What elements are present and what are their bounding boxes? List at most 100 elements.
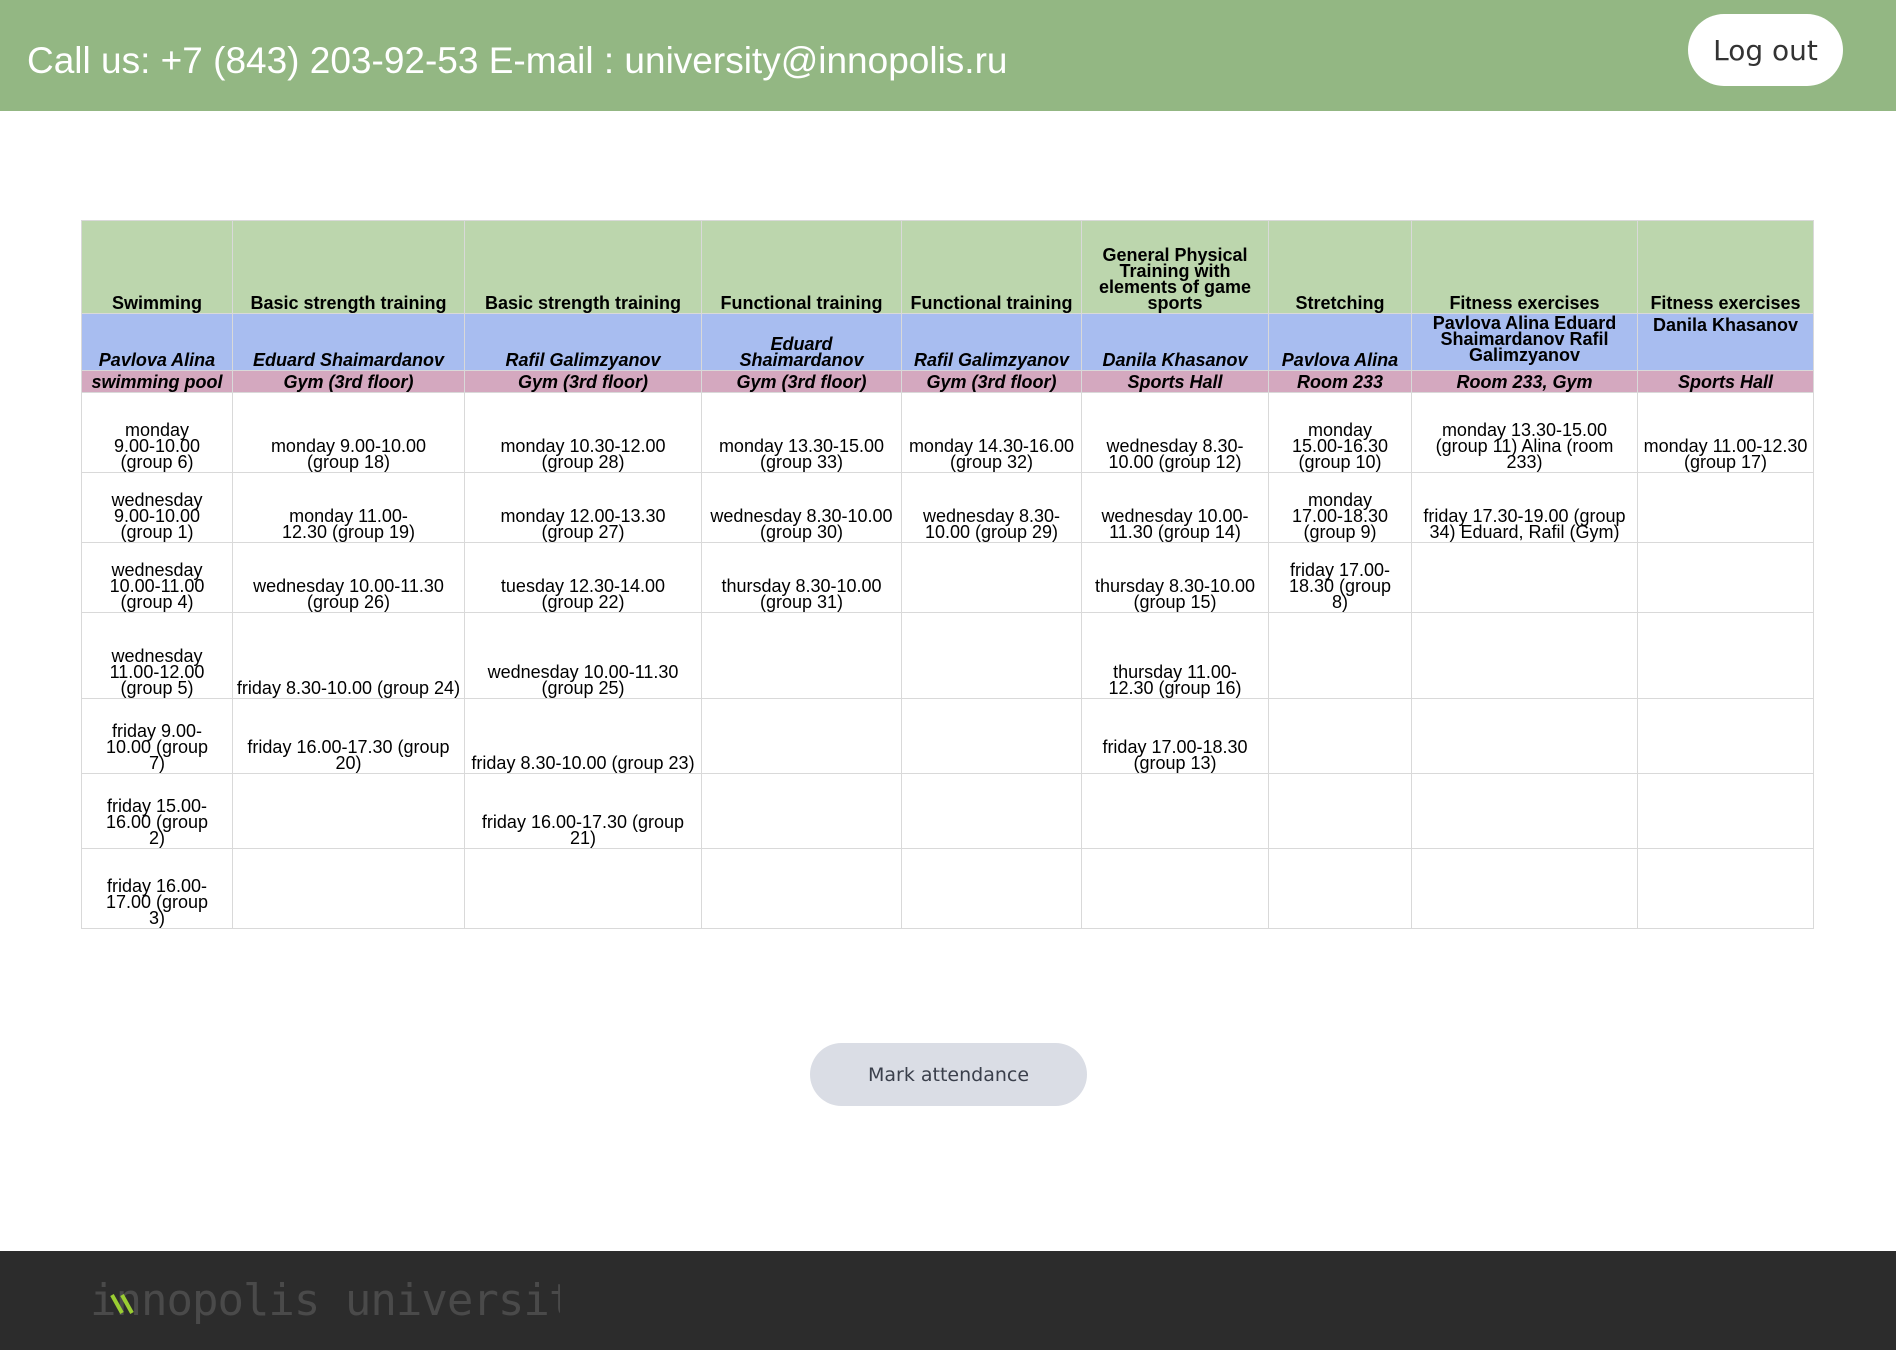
schedule-cell: monday 11.00-12.30 (group 19)	[232, 472, 465, 543]
column-title: Basic strength training	[232, 220, 465, 314]
schedule-cell	[1637, 698, 1814, 774]
column-title: Fitness exercises	[1411, 220, 1638, 314]
schedule-cell: monday 10.30-12.00 (group 28)	[464, 392, 702, 473]
schedule-cell	[464, 848, 702, 929]
schedule-cell: friday 8.30-10.00 (group 23)	[464, 698, 702, 774]
top-bar: Call us: +7 (843) 203-92-53 E-mail : uni…	[0, 0, 1896, 111]
schedule-cell: thursday 8.30-10.00 (group 15)	[1081, 542, 1269, 613]
column-title: Fitness exercises	[1637, 220, 1814, 314]
column-room: Room 233	[1268, 370, 1412, 393]
table-row: wednesday 10.00-11.00 (group 4) wednesda…	[81, 542, 1814, 613]
schedule-cell: wednesday 9.00-10.00 (group 1)	[81, 472, 233, 543]
table-row: friday 15.00-16.00 (group 2) friday 16.0…	[81, 773, 1814, 849]
schedule-cell	[1081, 848, 1269, 929]
schedule-cell: friday 16.00-17.00 (group 3)	[81, 848, 233, 929]
schedule-cell	[1268, 848, 1412, 929]
schedule-cell: friday 15.00-16.00 (group 2)	[81, 773, 233, 849]
schedule-cell	[1637, 773, 1814, 849]
innopolis-university-logo: innopolis university	[90, 1275, 560, 1326]
column-coach: Danila Khasanov	[1081, 313, 1269, 371]
schedule-cell: friday 17.00-18.30 (group 13)	[1081, 698, 1269, 774]
schedule-cell: monday 12.00-13.30 (group 27)	[464, 472, 702, 543]
schedule-cell	[701, 612, 902, 699]
column-title: Functional training	[701, 220, 902, 314]
schedule-cell: monday 15.00-16.30 (group 10)	[1268, 392, 1412, 473]
schedule-cell	[901, 773, 1082, 849]
schedule-cell	[701, 773, 902, 849]
column-coach: Pavlova Alina Eduard Shaimardanov Rafil …	[1411, 313, 1638, 371]
logout-button[interactable]: Log out	[1688, 14, 1843, 86]
schedule-cell	[1637, 848, 1814, 929]
schedule-cell: monday 11.00-12.30 (group 17)	[1637, 392, 1814, 473]
column-title: Stretching	[1268, 220, 1412, 314]
schedule-cell: wednesday 11.00-12.00 (group 5)	[81, 612, 233, 699]
column-coach: Rafil Galimzyanov	[901, 313, 1082, 371]
column-room: Gym (3rd floor)	[232, 370, 465, 393]
table-row: monday 9.00-10.00 (group 6) monday 9.00-…	[81, 392, 1814, 473]
schedule-cell	[232, 773, 465, 849]
schedule-cell: thursday 11.00-12.30 (group 16)	[1081, 612, 1269, 699]
column-room: Sports Hall	[1081, 370, 1269, 393]
schedule-cell: friday 17.30-19.00 (group 34) Eduard, Ra…	[1411, 472, 1638, 543]
schedule-cell	[1268, 773, 1412, 849]
svg-text:innopolis university: innopolis university	[90, 1275, 560, 1326]
schedule-cell	[232, 848, 465, 929]
column-coach: Pavlova Alina	[1268, 313, 1412, 371]
schedule-cell: wednesday 8.30-10.00 (group 12)	[1081, 392, 1269, 473]
schedule-cell: thursday 8.30-10.00 (group 31)	[701, 542, 902, 613]
column-title: Swimming	[81, 220, 233, 314]
schedule-cell: wednesday 10.00-11.30 (group 14)	[1081, 472, 1269, 543]
column-coach: Danila Khasanov	[1637, 313, 1814, 371]
schedule-cell: friday 16.00-17.30 (group 21)	[464, 773, 702, 849]
schedule-cell	[1411, 773, 1638, 849]
schedule-cell: monday 14.30-16.00 (group 32)	[901, 392, 1082, 473]
schedule-cell	[1637, 472, 1814, 543]
schedule-cell: wednesday 8.30-10.00 (group 30)	[701, 472, 902, 543]
table-row: friday 16.00-17.00 (group 3)	[81, 848, 1814, 929]
table-row: wednesday 11.00-12.00 (group 5) friday 8…	[81, 612, 1814, 699]
column-title: Basic strength training	[464, 220, 702, 314]
column-room: swimming pool	[81, 370, 233, 393]
schedule-cell	[901, 698, 1082, 774]
table-row: friday 9.00-10.00 (group 7) friday 16.00…	[81, 698, 1814, 774]
header-row-rooms: swimming pool Gym (3rd floor) Gym (3rd f…	[81, 370, 1814, 393]
column-room: Gym (3rd floor)	[464, 370, 702, 393]
schedule-cell: friday 17.00-18.30 (group 8)	[1268, 542, 1412, 613]
schedule-cell: monday 13.30-15.00 (group 11) Alina (roo…	[1411, 392, 1638, 473]
schedule-cell: friday 9.00-10.00 (group 7)	[81, 698, 233, 774]
column-coach: Eduard Shaimardanov	[232, 313, 465, 371]
column-coach: Pavlova Alina	[81, 313, 233, 371]
table-row: wednesday 9.00-10.00 (group 1) monday 11…	[81, 472, 1814, 543]
contact-info: Call us: +7 (843) 203-92-53 E-mail : uni…	[27, 40, 1008, 81]
schedule-cell	[1268, 698, 1412, 774]
schedule-cell: wednesday 10.00-11.30 (group 25)	[464, 612, 702, 699]
column-coach: Rafil Galimzyanov	[464, 313, 702, 371]
schedule-cell: wednesday 10.00-11.30 (group 26)	[232, 542, 465, 613]
footer: innopolis university	[0, 1251, 1896, 1350]
mark-attendance-button[interactable]: Mark attendance	[810, 1043, 1087, 1106]
schedule-cell	[1637, 542, 1814, 613]
column-room: Gym (3rd floor)	[901, 370, 1082, 393]
schedule-cell	[901, 542, 1082, 613]
schedule-cell	[1268, 612, 1412, 699]
schedule-cell: monday 9.00-10.00 (group 18)	[232, 392, 465, 473]
schedule-cell	[901, 848, 1082, 929]
schedule-cell: monday 9.00-10.00 (group 6)	[81, 392, 233, 473]
header-row-titles: Swimming Basic strength training Basic s…	[81, 220, 1814, 314]
column-title: General Physical Training with elements …	[1081, 220, 1269, 314]
schedule-cell: wednesday 10.00-11.00 (group 4)	[81, 542, 233, 613]
column-title: Functional training	[901, 220, 1082, 314]
schedule-cell	[1081, 773, 1269, 849]
schedule-cell: tuesday 12.30-14.00 (group 22)	[464, 542, 702, 613]
schedule-table: Swimming Basic strength training Basic s…	[81, 220, 1814, 929]
schedule-cell	[1411, 542, 1638, 613]
column-coach: Eduard Shaimardanov	[701, 313, 902, 371]
schedule-cell	[1411, 612, 1638, 699]
column-room: Sports Hall	[1637, 370, 1814, 393]
schedule-cell	[1411, 698, 1638, 774]
schedule-cell: monday 13.30-15.00 (group 33)	[701, 392, 902, 473]
schedule-cell	[1637, 612, 1814, 699]
schedule-cell	[1411, 848, 1638, 929]
column-room: Room 233, Gym	[1411, 370, 1638, 393]
schedule-cell: friday 8.30-10.00 (group 24)	[232, 612, 465, 699]
